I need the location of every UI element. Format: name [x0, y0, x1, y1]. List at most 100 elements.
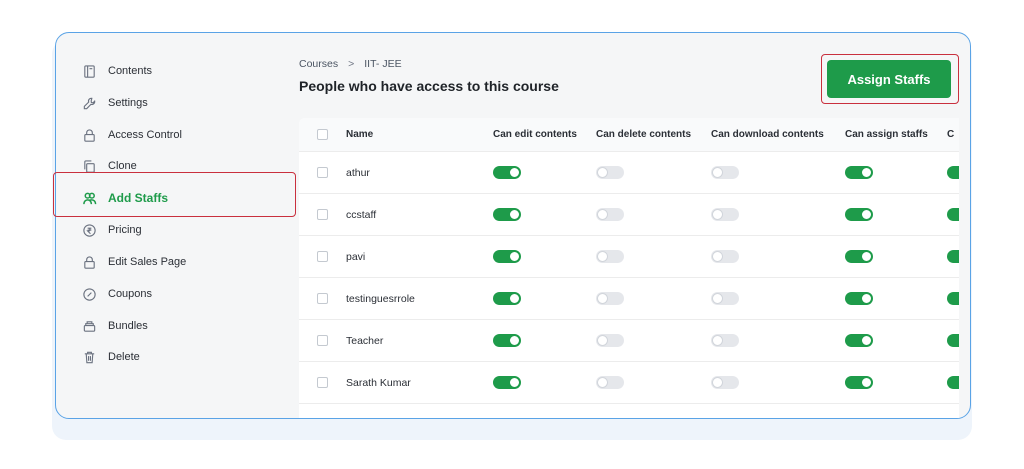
- permission-toggle[interactable]: [947, 250, 959, 263]
- row-checkbox[interactable]: [317, 167, 328, 178]
- permission-cell: [493, 362, 521, 403]
- permission-cell: [845, 236, 873, 277]
- permission-toggle[interactable]: [947, 292, 959, 305]
- sidebar-item-label: Pricing: [108, 224, 142, 236]
- permission-toggle[interactable]: [711, 250, 739, 263]
- bundle-icon: [80, 317, 98, 335]
- permission-toggle[interactable]: [711, 208, 739, 221]
- sidebar-item-coupons[interactable]: Coupons: [80, 282, 152, 306]
- sidebar-item-add-staffs[interactable]: Add Staffs: [80, 186, 168, 210]
- permission-cell: [493, 320, 521, 361]
- column-header: Can delete contents: [596, 129, 692, 140]
- sidebar-item-settings[interactable]: Settings: [80, 91, 148, 115]
- staff-name: athur: [346, 166, 370, 179]
- sidebar-item-clone[interactable]: Clone: [80, 154, 137, 178]
- sidebar-item-label: Settings: [108, 97, 148, 109]
- staff-name: ccstaff: [346, 208, 377, 221]
- permission-toggle[interactable]: [493, 334, 521, 347]
- permission-cell: [493, 278, 521, 319]
- permission-toggle[interactable]: [596, 292, 624, 305]
- sidebar-item-label: Bundles: [108, 320, 148, 332]
- staff-name: testinguesrrole: [346, 292, 415, 305]
- permission-cell: [711, 194, 739, 235]
- permission-toggle[interactable]: [845, 334, 873, 347]
- permission-toggle[interactable]: [947, 334, 959, 347]
- sidebar-item-edit-sales-page[interactable]: Edit Sales Page: [80, 250, 186, 274]
- permission-toggle[interactable]: [493, 292, 521, 305]
- permission-cell: [947, 278, 959, 319]
- assign-staffs-button[interactable]: Assign Staffs: [827, 60, 951, 98]
- permission-cell: [845, 320, 873, 361]
- table-row: testinguesrrole: [299, 278, 959, 320]
- table-row: Sarath Kumar: [299, 362, 959, 404]
- select-all-checkbox[interactable]: [317, 129, 328, 140]
- permission-cell: [596, 362, 624, 403]
- sidebar-item-label: Coupons: [108, 288, 153, 300]
- row-checkbox[interactable]: [317, 293, 328, 304]
- permission-toggle[interactable]: [596, 208, 624, 221]
- permission-toggle[interactable]: [711, 334, 739, 347]
- wrench-icon: [80, 94, 98, 112]
- permission-cell: [947, 152, 959, 193]
- permission-toggle[interactable]: [947, 376, 959, 389]
- table-row: Teacher: [299, 320, 959, 362]
- permission-cell: [845, 152, 873, 193]
- sidebar-item-pricing[interactable]: Pricing: [80, 218, 142, 242]
- row-select-cell: [317, 278, 328, 319]
- book-icon: [80, 62, 98, 80]
- sidebar-item-label: Delete: [108, 351, 140, 363]
- sidebar-item-label: Access Control: [108, 129, 182, 141]
- permission-cell: [493, 236, 521, 277]
- permission-toggle[interactable]: [596, 250, 624, 263]
- permission-toggle[interactable]: [596, 166, 624, 179]
- permission-toggle[interactable]: [596, 334, 624, 347]
- sidebar-item-contents[interactable]: Contents: [80, 59, 152, 83]
- staff-name: Sarath Kumar: [346, 376, 411, 389]
- permission-cell: [596, 152, 624, 193]
- permission-toggle[interactable]: [493, 376, 521, 389]
- permission-cell: [711, 320, 739, 361]
- sidebar-item-label: Add Staffs: [108, 191, 168, 205]
- permission-toggle[interactable]: [596, 376, 624, 389]
- rupee-icon: [80, 221, 98, 239]
- permission-toggle[interactable]: [711, 292, 739, 305]
- sidebar-item-delete[interactable]: Delete: [80, 345, 140, 369]
- permission-toggle[interactable]: [845, 166, 873, 179]
- permission-toggle[interactable]: [845, 250, 873, 263]
- sidebar-item-label: Edit Sales Page: [108, 256, 187, 268]
- permission-toggle[interactable]: [493, 208, 521, 221]
- table-row: athur: [299, 152, 959, 194]
- column-header: Can assign staffs: [845, 129, 928, 140]
- users-icon: [80, 189, 98, 207]
- copy-icon: [80, 157, 98, 175]
- row-checkbox[interactable]: [317, 335, 328, 346]
- app-frame: Contents Settings Access Control Clone Add S…: [55, 32, 971, 419]
- permission-cell: [596, 194, 624, 235]
- breadcrumb-courses[interactable]: Courses: [299, 58, 338, 70]
- permission-toggle[interactable]: [493, 166, 521, 179]
- row-checkbox[interactable]: [317, 377, 328, 388]
- permission-toggle[interactable]: [845, 376, 873, 389]
- breadcrumb-separator: >: [348, 58, 355, 70]
- permission-toggle[interactable]: [845, 208, 873, 221]
- staff-name: Teacher: [346, 334, 384, 347]
- permission-cell: [845, 194, 873, 235]
- column-header: C: [947, 129, 955, 140]
- permission-toggle[interactable]: [947, 208, 959, 221]
- sidebar-item-access-control[interactable]: Access Control: [80, 123, 182, 147]
- row-checkbox[interactable]: [317, 251, 328, 262]
- permission-toggle[interactable]: [493, 250, 521, 263]
- staff-table: Name Can edit contents Can delete contents…: [299, 118, 959, 418]
- column-header: Name: [346, 129, 374, 140]
- main-panel: Courses > IIT- JEE People who have acces…: [299, 33, 970, 418]
- permission-toggle[interactable]: [711, 166, 739, 179]
- permission-cell: [947, 236, 959, 277]
- permission-toggle[interactable]: [711, 376, 739, 389]
- permission-cell: [711, 278, 739, 319]
- permission-toggle[interactable]: [845, 292, 873, 305]
- permission-toggle[interactable]: [947, 166, 959, 179]
- sidebar-item-bundles[interactable]: Bundles: [80, 314, 148, 338]
- table-row: ccstaff: [299, 194, 959, 236]
- permission-cell: [493, 194, 521, 235]
- row-checkbox[interactable]: [317, 209, 328, 220]
